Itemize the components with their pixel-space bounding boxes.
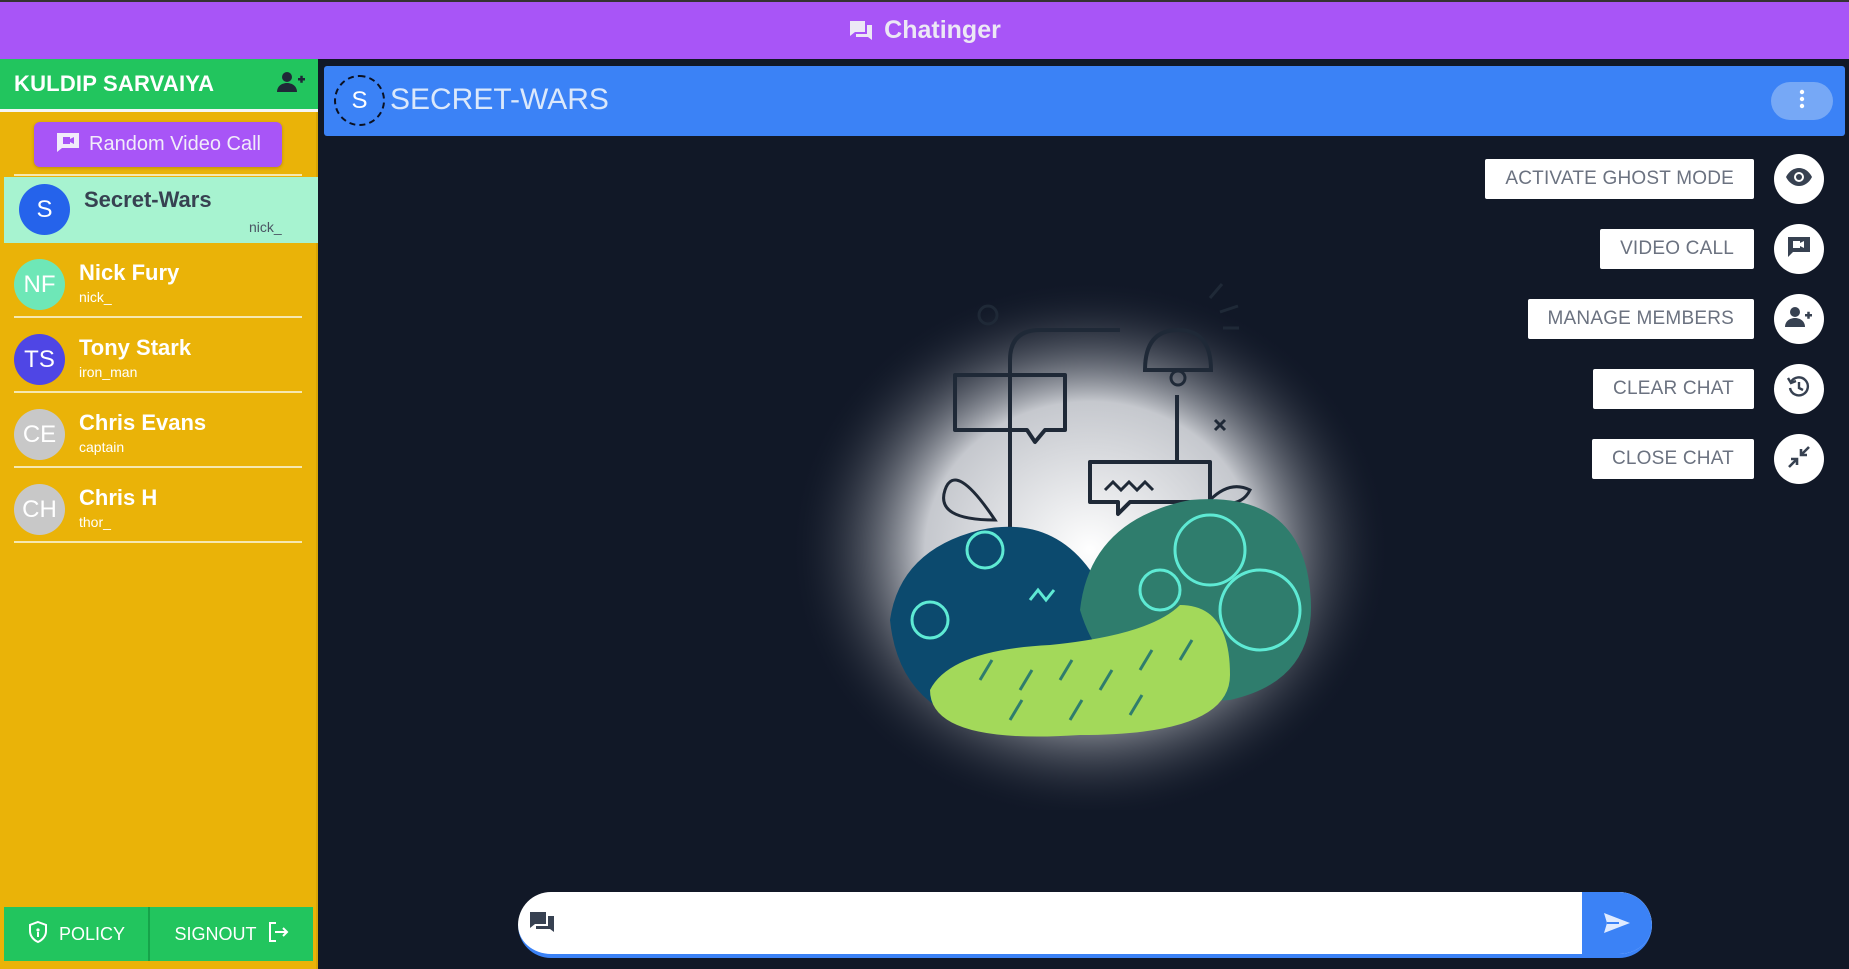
chat-name: Chris H	[79, 485, 158, 510]
policy-label: POLICY	[58, 923, 126, 944]
chat-item-secret-wars[interactable]: S Secret-Wars nick_	[4, 177, 318, 243]
chat-item-chris-evans[interactable]: CE Chris Evans captain	[0, 393, 318, 468]
chat-subtitle: iron_man	[79, 364, 138, 380]
message-composer	[518, 892, 1652, 958]
policy-button[interactable]: POLICY	[4, 907, 150, 961]
collapse-icon	[1786, 444, 1812, 475]
chat-title: SECRET-WARS	[390, 83, 609, 116]
chat-header: S SECRET-WARS	[324, 66, 1845, 136]
video-call-button[interactable]	[1774, 224, 1824, 274]
logout-icon	[267, 921, 289, 948]
clear-chat-label[interactable]: CLEAR CHAT	[1593, 369, 1754, 409]
avatar: TS	[14, 334, 65, 385]
ghost-mode-button[interactable]	[1774, 154, 1824, 204]
sidebar: KULDIP SARVAIYA Random Video Call S Secr…	[0, 59, 318, 969]
more-vert-icon	[1799, 89, 1805, 114]
video-call-action: VIDEO CALL	[1600, 224, 1824, 274]
chat-item-chris-h[interactable]: CH Chris H thor_	[0, 468, 318, 543]
send-icon	[1602, 911, 1632, 940]
chat-name: Tony Stark	[79, 335, 192, 360]
chat-subtitle: nick_	[79, 289, 112, 305]
empty-chat-illustration	[780, 250, 1400, 820]
divider	[14, 541, 302, 543]
video-chat-icon	[55, 130, 81, 160]
avatar: S	[19, 184, 70, 235]
manage-members-label[interactable]: MANAGE MEMBERS	[1527, 299, 1754, 339]
app-title: Chatinger	[884, 16, 1001, 44]
clear-chat-action: CLEAR CHAT	[1593, 364, 1824, 414]
add-user-icon	[1785, 306, 1813, 333]
signout-label: SIGNOUT	[174, 923, 257, 944]
close-chat-action: CLOSE CHAT	[1591, 434, 1824, 484]
random-video-call-label: Random Video Call	[89, 133, 261, 155]
avatar: CH	[14, 484, 65, 535]
divider	[14, 174, 302, 176]
more-options-button[interactable]	[1771, 82, 1833, 120]
clear-chat-button[interactable]	[1774, 364, 1824, 414]
sidebar-footer: POLICY SIGNOUT	[4, 907, 313, 961]
chat-item-tony-stark[interactable]: TS Tony Stark iron_man	[0, 318, 318, 393]
avatar: CE	[14, 409, 65, 460]
close-chat-button[interactable]	[1774, 434, 1824, 484]
app-topbar: Chatinger	[0, 0, 1849, 59]
user-header: KULDIP SARVAIYA	[0, 59, 318, 112]
manage-members-button[interactable]	[1774, 294, 1824, 344]
random-video-call-button[interactable]: Random Video Call	[34, 122, 282, 167]
chat-name: Secret-Wars	[84, 187, 212, 212]
eye-icon	[1785, 167, 1813, 192]
manage-members-action: MANAGE MEMBERS	[1527, 294, 1824, 344]
chat-bubbles-icon	[848, 19, 874, 43]
ghost-mode-label[interactable]: ACTIVATE GHOST MODE	[1485, 159, 1754, 199]
chat-subtitle: nick_	[249, 219, 282, 235]
group-avatar[interactable]: S	[334, 75, 385, 126]
message-input[interactable]	[568, 904, 1568, 944]
chat-list: S Secret-Wars nick_ NF Nick Fury nick_ T…	[0, 177, 318, 543]
current-username: KULDIP SARVAIYA	[14, 71, 215, 96]
chat-name: Nick Fury	[79, 260, 180, 285]
signout-button[interactable]: SIGNOUT	[150, 907, 313, 961]
add-friend-icon[interactable]	[276, 70, 306, 99]
avatar: NF	[14, 259, 65, 310]
chat-item-nick-fury[interactable]: NF Nick Fury nick_	[0, 243, 318, 318]
close-chat-label[interactable]: CLOSE CHAT	[1591, 439, 1754, 479]
video-call-label[interactable]: VIDEO CALL	[1600, 229, 1754, 269]
chat-name: Chris Evans	[79, 410, 207, 435]
video-chat-icon	[1787, 236, 1811, 263]
chat-bubbles-icon	[528, 910, 556, 941]
shield-icon	[27, 920, 49, 949]
history-icon	[1786, 374, 1812, 405]
ghost-mode-action: ACTIVATE GHOST MODE	[1485, 154, 1824, 204]
chat-subtitle: captain	[79, 439, 125, 455]
send-button[interactable]	[1582, 892, 1652, 954]
chat-subtitle: thor_	[79, 514, 111, 530]
